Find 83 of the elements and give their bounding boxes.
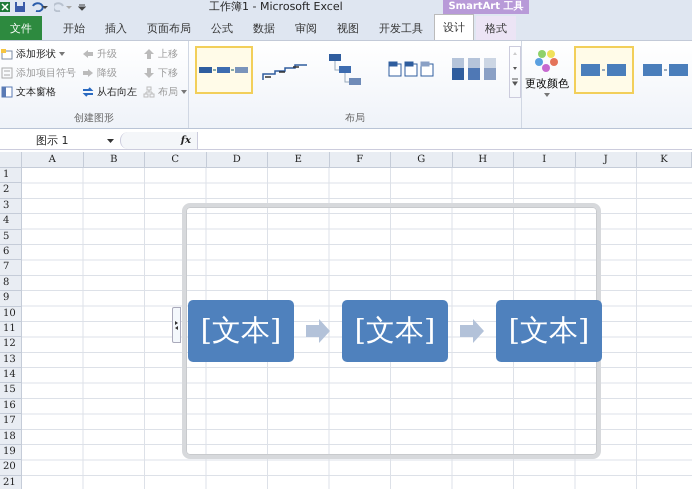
palette-icon <box>533 48 561 74</box>
row-header[interactable]: 2 <box>0 183 22 199</box>
bullet-list-icon <box>1 66 13 78</box>
change-colors-button[interactable]: 更改颜色 <box>522 46 572 99</box>
arrow-icon <box>460 319 484 343</box>
column-header[interactable]: B <box>84 152 145 168</box>
customize-icon[interactable] <box>78 2 86 12</box>
row-header[interactable]: 9 <box>0 291 22 307</box>
row-header[interactable]: 1 <box>0 168 22 184</box>
column-header[interactable]: J <box>576 152 637 168</box>
down-arrow-icon <box>143 66 155 78</box>
caret-icon <box>181 90 187 94</box>
diagram-node[interactable]: [文本] <box>496 300 602 362</box>
undo-icon[interactable] <box>30 2 50 12</box>
column-header[interactable]: G <box>391 152 452 168</box>
org-chart-icon <box>143 86 155 98</box>
save-icon[interactable] <box>14 2 26 12</box>
row-header[interactable]: 4 <box>0 214 22 230</box>
style-thumbnail-icon <box>643 64 689 76</box>
arrow-icon <box>306 319 330 343</box>
column-header[interactable]: E <box>268 152 330 168</box>
row-header[interactable]: 18 <box>0 430 22 446</box>
text-pane-icon <box>1 86 13 98</box>
row-header[interactable]: 15 <box>0 383 22 399</box>
worksheet-grid[interactable] <box>22 168 692 489</box>
caret-icon <box>544 93 550 97</box>
row-header[interactable]: 6 <box>0 244 22 260</box>
ribbon-tab[interactable]: 公式 <box>202 16 242 40</box>
window-title: 工作簿1 - Microsoft Excel <box>209 0 343 14</box>
ribbon-command[interactable]: 添加形状 <box>0 44 77 63</box>
row-header[interactable]: 16 <box>0 398 22 414</box>
up-arrow-icon <box>143 48 155 60</box>
ribbon-tab[interactable]: 页面布局 <box>138 16 200 40</box>
caret-icon <box>59 52 65 56</box>
column-header[interactable]: I <box>514 152 576 168</box>
group-label: 创建图形 <box>73 112 115 125</box>
diagram-node[interactable]: [文本] <box>342 300 448 362</box>
row-header[interactable]: 13 <box>0 352 22 368</box>
insert-function-button[interactable]: fx <box>180 135 197 146</box>
ribbon-tab[interactable]: 插入 <box>96 16 136 40</box>
ribbon-command[interactable]: 从右向左 <box>81 82 138 101</box>
column-header[interactable]: C <box>145 152 206 168</box>
diagram-node[interactable]: [文本] <box>188 300 294 362</box>
ribbon-tab[interactable]: 视图 <box>328 16 368 40</box>
row-header[interactable]: 3 <box>0 198 22 214</box>
row-header[interactable]: 19 <box>0 445 22 460</box>
ribbon-tab[interactable]: 文件 <box>0 16 42 40</box>
ribbon-tab[interactable]: 设计 <box>434 14 474 40</box>
row-header[interactable]: 5 <box>0 230 22 245</box>
ribbon-tab[interactable]: 数据 <box>244 16 284 40</box>
row-header[interactable]: 20 <box>0 460 22 476</box>
row-header[interactable]: 11 <box>0 322 22 338</box>
row-header[interactable]: 21 <box>0 476 22 489</box>
excel-logo-icon <box>0 2 10 12</box>
process-thumbnail-icon <box>199 67 250 73</box>
row-header[interactable]: 14 <box>0 368 22 384</box>
ribbon-tab[interactable]: 格式 <box>476 16 516 40</box>
add-shape-icon <box>1 48 13 60</box>
column-header[interactable]: D <box>206 152 268 168</box>
ribbon-tab[interactable]: 开发工具 <box>370 16 432 40</box>
context-tab-label: SmartArt 工具 <box>443 0 529 14</box>
left-arrow-icon <box>82 48 94 60</box>
name-box[interactable]: 图示 1 <box>0 132 120 149</box>
row-header[interactable]: 7 <box>0 260 22 276</box>
column-header[interactable]: F <box>330 152 391 168</box>
column-header[interactable]: A <box>22 152 84 168</box>
ribbon-command[interactable]: 文本窗格 <box>0 82 77 101</box>
row-header[interactable]: 12 <box>0 337 22 353</box>
row-header[interactable]: 17 <box>0 414 22 430</box>
ribbon-tab[interactable]: 开始 <box>54 16 94 40</box>
right-arrow-icon <box>82 66 94 78</box>
row-header[interactable]: 10 <box>0 306 22 322</box>
column-header[interactable]: H <box>452 152 514 168</box>
style-option[interactable] <box>574 46 634 94</box>
row-header[interactable]: 8 <box>0 276 22 292</box>
style-thumbnail-icon <box>581 64 627 76</box>
layout-option[interactable] <box>195 46 254 94</box>
group-label: 布局 <box>344 112 366 125</box>
swap-arrows-icon <box>82 86 94 98</box>
ribbon-tab[interactable]: 审阅 <box>286 16 326 40</box>
text-pane-handle[interactable] <box>172 307 181 343</box>
column-header[interactable]: K <box>637 152 692 168</box>
smartart-frame[interactable]: [文本] [文本] [文本] <box>182 203 601 459</box>
